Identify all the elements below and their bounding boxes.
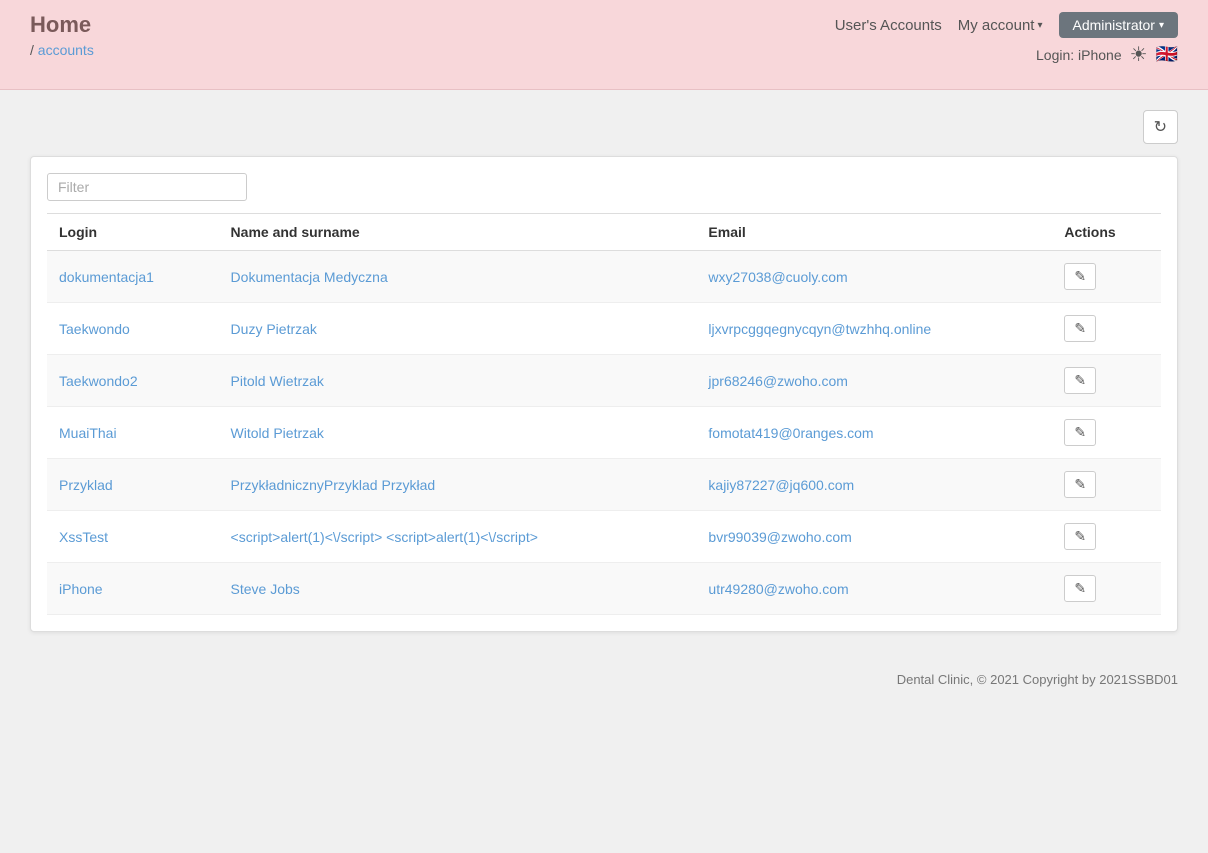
cell-actions: ✎: [1052, 303, 1161, 355]
admin-dropdown-arrow: ▾: [1159, 20, 1164, 31]
cell-login: XssTest: [47, 511, 219, 563]
cell-name: Witold Pietrzak: [219, 407, 697, 459]
header-top-row: User's Accounts My account ▾ Administrat…: [835, 12, 1178, 38]
col-email: Email: [696, 214, 1052, 251]
table-row: TaekwondoDuzy Pietrzakljxvrpcggqegnycqyn…: [47, 303, 1161, 355]
accounts-table: Login Name and surname Email Actions dok…: [47, 213, 1161, 615]
header-bottom-row: Login: iPhone ☀ 🇬🇧: [1036, 42, 1178, 67]
cell-email: jpr68246@zwoho.com: [696, 355, 1052, 407]
breadcrumb-separator: /: [30, 42, 34, 58]
login-label: Login: iPhone: [1036, 47, 1122, 63]
refresh-icon: ↻: [1154, 119, 1167, 136]
page-title: Home: [30, 12, 94, 38]
cell-name: <script>alert(1)<\/script> <script>alert…: [219, 511, 697, 563]
cell-actions: ✎: [1052, 355, 1161, 407]
header-right: User's Accounts My account ▾ Administrat…: [835, 12, 1178, 67]
edit-button[interactable]: ✎: [1064, 575, 1096, 602]
cell-name: Steve Jobs: [219, 563, 697, 615]
edit-button[interactable]: ✎: [1064, 471, 1096, 498]
cell-email: utr49280@zwoho.com: [696, 563, 1052, 615]
edit-button[interactable]: ✎: [1064, 315, 1096, 342]
cell-name: Duzy Pietrzak: [219, 303, 697, 355]
cell-actions: ✎: [1052, 251, 1161, 303]
my-account-button[interactable]: My account ▾: [952, 15, 1049, 36]
header-left: Home / accounts: [30, 12, 94, 58]
administrator-button[interactable]: Administrator ▾: [1059, 12, 1179, 38]
cell-login: Taekwondo2: [47, 355, 219, 407]
cell-actions: ✎: [1052, 459, 1161, 511]
footer: Dental Clinic, © 2021 Copyright by 2021S…: [0, 652, 1208, 707]
cell-name: Dokumentacja Medyczna: [219, 251, 697, 303]
cell-login: dokumentacja1: [47, 251, 219, 303]
cell-name: Pitold Wietrzak: [219, 355, 697, 407]
col-actions: Actions: [1052, 214, 1161, 251]
table-row: XssTest<script>alert(1)<\/script> <scrip…: [47, 511, 1161, 563]
cell-login: iPhone: [47, 563, 219, 615]
refresh-btn-container: ↻: [30, 110, 1178, 144]
cell-actions: ✎: [1052, 563, 1161, 615]
cell-email: bvr99039@zwoho.com: [696, 511, 1052, 563]
col-name: Name and surname: [219, 214, 697, 251]
table-row: Taekwondo2Pitold Wietrzakjpr68246@zwoho.…: [47, 355, 1161, 407]
edit-button[interactable]: ✎: [1064, 523, 1096, 550]
table-row: MuaiThaiWitold Pietrzakfomotat419@0range…: [47, 407, 1161, 459]
col-login: Login: [47, 214, 219, 251]
cell-actions: ✎: [1052, 511, 1161, 563]
breadcrumb: / accounts: [30, 42, 94, 58]
cell-login: Przyklad: [47, 459, 219, 511]
table-row: iPhoneSteve Jobsutr49280@zwoho.com ✎: [47, 563, 1161, 615]
accounts-card: Login Name and surname Email Actions dok…: [30, 156, 1178, 632]
cell-login: Taekwondo: [47, 303, 219, 355]
refresh-button[interactable]: ↻: [1143, 110, 1178, 144]
footer-text: Dental Clinic, © 2021 Copyright by 2021S…: [897, 672, 1178, 687]
table-header: Login Name and surname Email Actions: [47, 214, 1161, 251]
cell-login: MuaiThai: [47, 407, 219, 459]
cell-email: fomotat419@0ranges.com: [696, 407, 1052, 459]
edit-button[interactable]: ✎: [1064, 419, 1096, 446]
edit-button[interactable]: ✎: [1064, 367, 1096, 394]
my-account-dropdown-arrow: ▾: [1037, 20, 1042, 31]
main-content: ↻ Login Name and surname Email Actions d…: [0, 90, 1208, 652]
cell-email: kajiy87227@jq600.com: [696, 459, 1052, 511]
header: Home / accounts User's Accounts My accou…: [0, 0, 1208, 90]
flag-icon[interactable]: 🇬🇧: [1156, 44, 1178, 65]
cell-email: ljxvrpcggqegnycqyn@twzhhq.online: [696, 303, 1052, 355]
table-body: dokumentacja1Dokumentacja Medycznawxy270…: [47, 251, 1161, 615]
table-row: dokumentacja1Dokumentacja Medycznawxy270…: [47, 251, 1161, 303]
table-row: PrzykladPrzykładnicznyPrzyklad Przykładk…: [47, 459, 1161, 511]
edit-button[interactable]: ✎: [1064, 263, 1096, 290]
filter-input[interactable]: [47, 173, 247, 201]
users-accounts-link[interactable]: User's Accounts: [835, 17, 942, 34]
cell-name: PrzykładnicznyPrzyklad Przykład: [219, 459, 697, 511]
cell-actions: ✎: [1052, 407, 1161, 459]
sun-icon[interactable]: ☀: [1130, 42, 1148, 67]
cell-email: wxy27038@cuoly.com: [696, 251, 1052, 303]
breadcrumb-link[interactable]: accounts: [38, 42, 94, 58]
